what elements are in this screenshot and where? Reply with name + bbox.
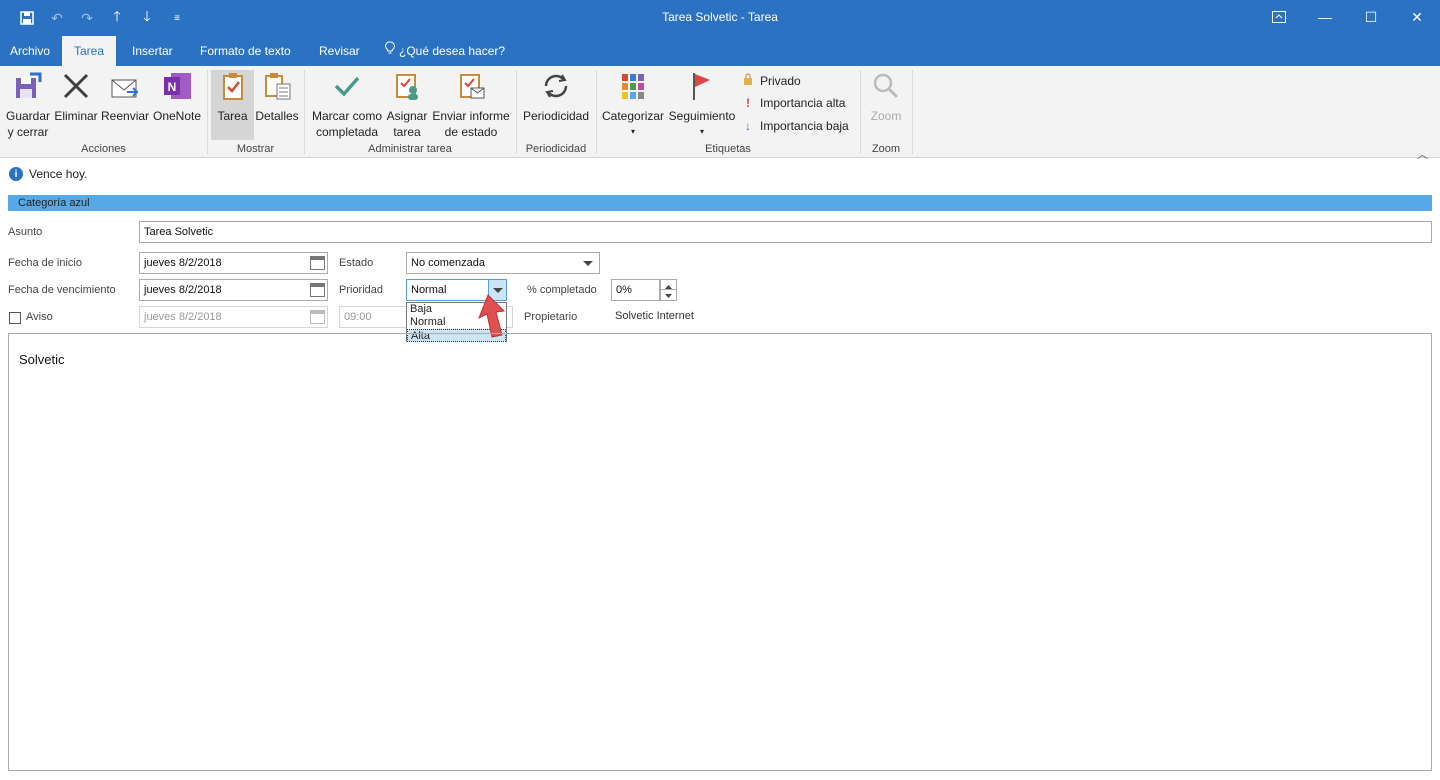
tab-revisar[interactable]: Revisar (309, 36, 370, 66)
group-separator (596, 70, 597, 154)
group-separator (304, 70, 305, 154)
calendar-icon[interactable] (310, 256, 325, 270)
maximize-icon[interactable]: ☐ (1348, 0, 1394, 34)
show-details-button[interactable]: Detalles (255, 70, 299, 124)
reminder-label: Aviso (26, 311, 53, 323)
close-icon[interactable]: ✕ (1394, 0, 1440, 34)
onenote-icon: N (161, 70, 193, 102)
group-label-periodicidad: Periodicidad (525, 143, 587, 155)
ribbon: Guardar y cerrar Eliminar Reenviar N One… (0, 66, 1440, 161)
owner-label: Propietario (524, 311, 578, 323)
exclamation-icon: ! (746, 96, 750, 110)
tab-formato-de-texto[interactable]: Formato de texto (190, 36, 301, 66)
recurrence-button[interactable]: Periodicidad (521, 70, 591, 124)
tell-me-search[interactable]: ¿Qué desea hacer? (375, 36, 515, 66)
stepper-down-icon[interactable] (661, 290, 676, 300)
mark-complete-button[interactable]: Marcar como completada (310, 70, 384, 140)
svg-text:N: N (168, 80, 177, 94)
window-controls: — ☐ ✕ (1256, 0, 1440, 34)
save-close-icon (12, 70, 44, 102)
group-separator (860, 70, 861, 154)
assign-task-icon (391, 70, 423, 102)
body-text: Solvetic (19, 352, 65, 367)
group-label-mostrar: Mostrar (236, 143, 275, 155)
due-date-field[interactable]: jueves 8/2/2018 (139, 279, 328, 301)
task-form: i Vence hoy. Categoría azul Asunto Tarea… (0, 159, 1440, 780)
task-body-editor[interactable]: Solvetic (8, 333, 1432, 771)
subject-label: Asunto (8, 226, 43, 238)
show-task-button[interactable]: Tarea (211, 70, 254, 140)
ribbon-display-icon[interactable] (1256, 0, 1302, 34)
info-icon: i (9, 167, 23, 181)
follow-up-dropdown-icon: ▾ (699, 127, 704, 136)
percent-complete-input[interactable]: 0% (611, 279, 660, 301)
group-label-etiquetas: Etiquetas (705, 143, 751, 155)
magnifier-icon (870, 70, 902, 102)
category-bar: Categoría azul (8, 195, 1432, 211)
chevron-down-icon (583, 261, 593, 266)
info-bar: i Vence hoy. (9, 167, 88, 181)
assign-task-button[interactable]: Asignar tarea (386, 70, 428, 140)
status-report-icon (455, 70, 487, 102)
flag-icon (686, 70, 718, 102)
zoom-button[interactable]: Zoom (864, 70, 908, 124)
save-close-button[interactable]: Guardar y cerrar (4, 70, 52, 140)
percent-complete-label: % completado (527, 284, 597, 296)
high-importance-button[interactable]: ! Importancia alta (742, 96, 845, 110)
lock-icon (742, 73, 754, 88)
categorize-dropdown-icon: ▾ (630, 127, 635, 136)
group-label-acciones: Acciones (81, 143, 126, 155)
title-bar: ↶ ↷ 🡑 🡓 ≡ Tarea Solvetic - Tarea — ☐ ✕ (0, 0, 1440, 36)
delete-button[interactable]: Eliminar (54, 70, 98, 124)
checkmark-icon (331, 70, 363, 102)
onenote-button[interactable]: N OneNote (151, 70, 203, 124)
ribbon-tabs: Archivo Tarea Insertar Formato de texto … (0, 36, 1440, 66)
subject-input[interactable]: Tarea Solvetic (139, 221, 1432, 243)
group-label-zoom: Zoom (871, 143, 901, 155)
recurrence-icon (540, 70, 572, 102)
calendar-icon[interactable] (310, 283, 325, 297)
owner-value: Solvetic Internet (615, 310, 694, 322)
due-date-label: Fecha de vencimiento (8, 284, 116, 296)
group-separator (207, 70, 208, 154)
group-separator (912, 70, 913, 154)
lightbulb-icon (385, 36, 395, 66)
categorize-icon (617, 70, 649, 102)
start-date-label: Fecha de inicio (8, 257, 82, 269)
delete-x-icon (60, 70, 92, 102)
private-button[interactable]: Privado (742, 73, 801, 88)
calendar-icon (310, 310, 325, 324)
send-status-report-button[interactable]: Enviar informe de estado (431, 70, 511, 140)
group-label-administrar-tarea: Administrar tarea (368, 143, 452, 155)
tab-tarea[interactable]: Tarea (62, 36, 116, 66)
reminder-checkbox[interactable] (9, 312, 21, 324)
tab-insertar[interactable]: Insertar (122, 36, 183, 66)
follow-up-button[interactable]: Seguimiento ▾ (667, 70, 737, 140)
down-arrow-icon: ↓ (745, 119, 751, 133)
task-clipboard-icon (217, 70, 249, 102)
tab-archivo[interactable]: Archivo (0, 36, 60, 66)
minimize-icon[interactable]: — (1302, 0, 1348, 34)
details-clipboard-icon (261, 70, 293, 102)
reminder-date-field: jueves 8/2/2018 (139, 306, 328, 328)
percent-stepper[interactable] (660, 279, 677, 301)
status-select[interactable]: No comenzada (406, 252, 600, 274)
priority-label: Prioridad (339, 284, 384, 296)
start-date-field[interactable]: jueves 8/2/2018 (139, 252, 328, 274)
status-label: Estado (339, 257, 374, 269)
forward-button[interactable]: Reenviar (101, 70, 149, 124)
window-title: Tarea Solvetic - Tarea (662, 10, 778, 24)
group-separator (516, 70, 517, 154)
forward-envelope-icon (109, 70, 141, 102)
low-importance-button[interactable]: ↓ Importancia baja (742, 119, 849, 133)
categorize-button[interactable]: Categorizar ▾ (602, 70, 664, 140)
stepper-up-icon[interactable] (661, 280, 676, 290)
